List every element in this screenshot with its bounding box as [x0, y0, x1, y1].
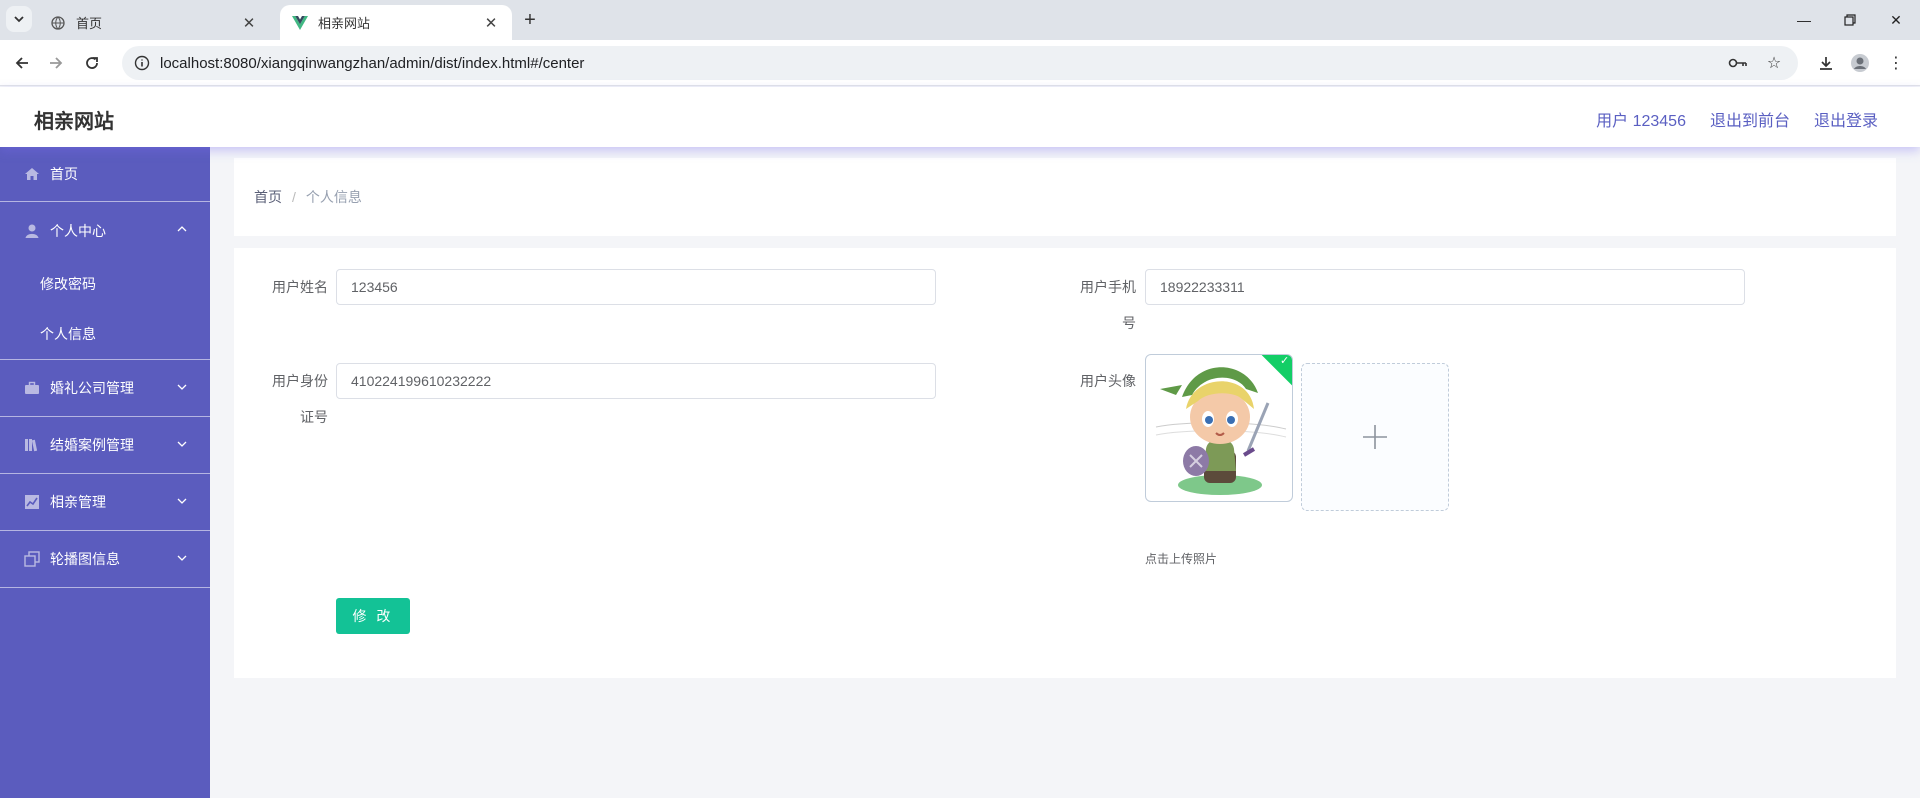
chevron-down-icon	[177, 384, 187, 390]
idcard-input[interactable]	[336, 363, 936, 399]
username-label: 用户姓名	[272, 279, 328, 295]
user-name-link[interactable]: 用户 123456	[1596, 107, 1686, 131]
tab-search-chevron-icon[interactable]	[6, 6, 32, 32]
sidebar-item-carousel[interactable]: 轮播图信息	[0, 531, 210, 588]
chevron-down-icon	[177, 498, 187, 504]
logout-link[interactable]: 退出登录	[1814, 107, 1878, 131]
exit-to-front-link[interactable]: 退出到前台	[1710, 107, 1790, 131]
sidebar-item-label: 相亲管理	[50, 494, 106, 510]
reload-icon[interactable]	[80, 51, 104, 75]
tab-close-icon[interactable]: ✕	[482, 14, 500, 32]
browser-menu-icon[interactable]: ⋮	[1884, 51, 1908, 75]
phone-input[interactable]	[1145, 269, 1745, 305]
upload-tip: 点击上传照片	[1145, 552, 1218, 566]
breadcrumb: 首页 / 个人信息	[234, 158, 1896, 236]
browser-tab-home[interactable]: 首页 ✕	[38, 5, 270, 40]
profile-avatar-icon[interactable]	[1848, 51, 1872, 75]
sidebar-item-label: 轮播图信息	[50, 551, 120, 567]
window-close-icon[interactable]: ✕	[1876, 8, 1916, 32]
username-input[interactable]	[336, 269, 936, 305]
avatar-thumbnail[interactable]: ✓	[1145, 354, 1293, 502]
chevron-down-icon	[177, 555, 187, 561]
back-arrow-icon[interactable]	[10, 51, 34, 75]
vue-logo-icon	[292, 15, 308, 31]
site-info-icon[interactable]	[132, 53, 152, 73]
avatar-image	[1155, 367, 1287, 495]
sidebar-item-change-password[interactable]: 修改密码	[0, 259, 210, 309]
copy-icon	[24, 551, 40, 567]
sidebar-menu: 首页 个人中心 修改密码 个人信息 婚礼公司管理 结婚案例管理 相亲管理 轮播图…	[0, 147, 210, 798]
sidebar-item-home[interactable]: 首页	[0, 147, 210, 202]
restore-icon[interactable]	[1830, 8, 1870, 32]
tab-close-icon[interactable]: ✕	[240, 14, 258, 32]
briefcase-icon	[24, 380, 40, 396]
sidebar-item-matchmaking[interactable]: 相亲管理	[0, 474, 210, 531]
breadcrumb-separator: /	[292, 189, 296, 205]
url-omnibox[interactable]: localhost:8080/xiangqinwangzhan/admin/di…	[122, 46, 1798, 80]
sidebar-item-personal-info[interactable]: 个人信息	[0, 309, 210, 359]
forward-arrow-icon[interactable]	[44, 51, 68, 75]
avatar-label: 用户头像	[1080, 373, 1136, 389]
tab-label: 相亲网站	[318, 16, 371, 31]
sidebar-item-wedding-company[interactable]: 婚礼公司管理	[0, 360, 210, 417]
chevron-up-icon	[177, 226, 187, 232]
browser-tab-active[interactable]: 相亲网站 ✕	[280, 5, 512, 40]
avatar-upload-trigger[interactable]	[1301, 363, 1449, 511]
check-icon: ✓	[1280, 354, 1290, 367]
site-brand: 相亲网站	[34, 111, 114, 133]
chevron-down-icon	[177, 441, 187, 447]
user-icon	[24, 223, 40, 239]
minimize-icon[interactable]: —	[1784, 8, 1824, 32]
profile-form: 用户姓名 用户手机号 用户身份证号 用户头像 ✓	[234, 248, 1896, 678]
home-icon	[24, 166, 40, 182]
browser-tab-bar: 首页 ✕ 相亲网站 ✕ + — ✕	[0, 0, 1920, 40]
app-header: 相亲网站 用户 123456 退出到前台 退出登录	[0, 87, 1920, 147]
password-key-icon[interactable]	[1728, 53, 1748, 73]
sidebar-item-wedding-cases[interactable]: 结婚案例管理	[0, 417, 210, 474]
phone-label: 用户手机号	[1080, 279, 1136, 331]
plus-icon	[1363, 425, 1387, 449]
new-tab-plus-icon[interactable]: +	[518, 8, 542, 32]
breadcrumb-home[interactable]: 首页	[254, 187, 282, 207]
sidebar-item-label: 首页	[50, 166, 78, 182]
books-icon	[24, 437, 40, 453]
submit-button[interactable]: 修 改	[336, 598, 410, 634]
address-bar: localhost:8080/xiangqinwangzhan/admin/di…	[0, 40, 1920, 86]
sidebar-item-personal-center[interactable]: 个人中心	[0, 202, 210, 259]
tab-label: 首页	[76, 16, 103, 31]
chart-icon	[24, 494, 40, 510]
breadcrumb-current: 个人信息	[305, 189, 362, 205]
idcard-label: 用户身份证号	[272, 373, 328, 425]
sidebar-item-label: 结婚案例管理	[50, 437, 134, 453]
globe-icon	[50, 15, 66, 31]
url-text: localhost:8080/xiangqinwangzhan/admin/di…	[160, 54, 585, 72]
sidebar-item-label: 个人中心	[50, 222, 106, 239]
sidebar-item-label: 婚礼公司管理	[50, 380, 134, 396]
submenu-personal-center: 修改密码 个人信息	[0, 259, 210, 360]
bookmark-star-icon[interactable]: ☆	[1764, 53, 1784, 73]
download-icon[interactable]	[1814, 51, 1838, 75]
